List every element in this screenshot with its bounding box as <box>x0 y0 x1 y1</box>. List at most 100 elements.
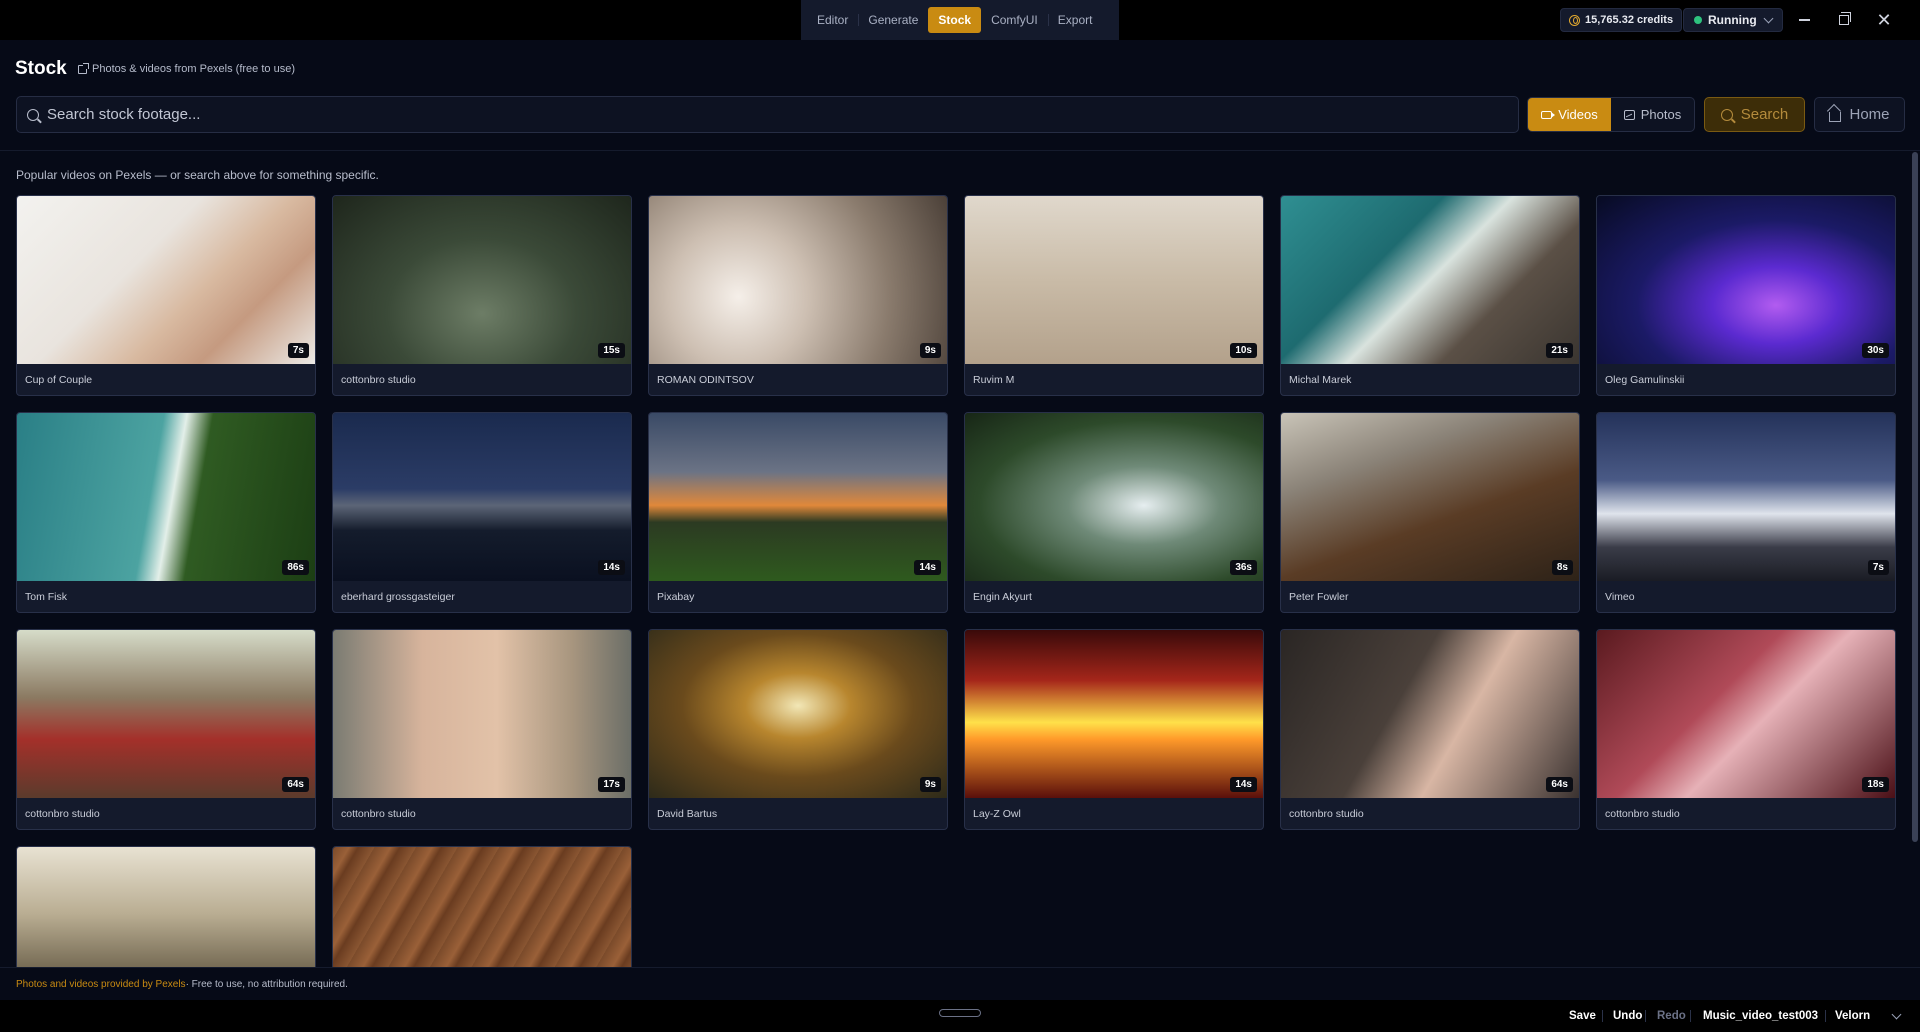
workspace-menu-button[interactable] <box>1891 1000 1902 1032</box>
video-thumbnail <box>1281 630 1579 798</box>
search-icon <box>27 108 39 121</box>
video-card[interactable]: 15s cottonbro studio <box>332 195 632 396</box>
media-type-toggle: Videos Photos <box>1527 97 1695 132</box>
video-thumbnail <box>333 196 631 364</box>
minimize-button[interactable] <box>1792 8 1816 32</box>
chevron-down-icon <box>1891 1009 1902 1019</box>
author-name: eberhard grossgasteiger <box>341 591 455 603</box>
redo-button[interactable]: Redo <box>1657 1000 1686 1032</box>
video-thumbnail <box>965 413 1263 581</box>
restore-icon <box>1839 12 1851 25</box>
search-icon <box>1720 108 1733 121</box>
attribution-text: · Free to use, no attribution required. <box>185 978 348 990</box>
video-thumbnail <box>333 630 631 798</box>
video-card[interactable]: 64s cottonbro studio <box>1280 629 1580 830</box>
scrollbar[interactable] <box>1912 152 1918 842</box>
workspace-name[interactable]: Velorn <box>1835 1000 1870 1032</box>
subtitle-label: Photos & videos from Pexels (free to use… <box>92 63 295 75</box>
video-thumbnail <box>965 196 1263 364</box>
video-thumbnail <box>1597 196 1895 364</box>
separator <box>1690 1010 1691 1022</box>
duration-badge: 15s <box>598 343 625 358</box>
author-name: Lay-Z Owl <box>973 808 1021 820</box>
separator <box>1645 1010 1646 1022</box>
tab-editor[interactable]: Editor <box>807 7 858 33</box>
duration-badge: 64s <box>1546 777 1573 792</box>
separator <box>1825 1010 1826 1022</box>
video-card[interactable]: 17s cottonbro studio <box>332 629 632 830</box>
video-thumbnail <box>17 847 315 967</box>
photos-toggle-button[interactable]: Photos <box>1611 98 1694 131</box>
credits-label: 15,765.32 credits <box>1585 14 1674 26</box>
page-title: Stock <box>15 58 67 79</box>
tab-generate[interactable]: Generate <box>858 7 928 33</box>
video-card[interactable] <box>332 846 632 967</box>
video-thumbnail <box>965 630 1263 798</box>
credits-badge[interactable]: 15,765.32 credits <box>1560 8 1683 32</box>
author-name: Cup of Couple <box>25 374 93 386</box>
author-name: cottonbro studio <box>1289 808 1364 820</box>
duration-badge: 14s <box>1230 777 1257 792</box>
tab-stock[interactable]: Stock <box>928 7 982 33</box>
header-divider <box>0 150 1920 151</box>
home-button[interactable]: Home <box>1814 97 1905 132</box>
video-thumbnail <box>17 196 315 364</box>
close-button[interactable]: ✕ <box>1872 8 1896 32</box>
author-name: Engin Akyurt <box>973 591 1032 603</box>
video-card[interactable]: 7s Vimeo <box>1596 412 1896 613</box>
chevron-down-icon <box>1763 13 1774 23</box>
videos-toggle-button[interactable]: Videos <box>1528 98 1611 131</box>
video-card[interactable]: 14s Lay-Z Owl <box>964 629 1264 830</box>
status-dot-icon <box>1694 16 1702 24</box>
video-card[interactable]: 86s Tom Fisk <box>16 412 316 613</box>
video-card[interactable]: 64s cottonbro studio <box>16 629 316 830</box>
duration-badge: 9s <box>919 343 941 358</box>
panel-resize-handle[interactable] <box>939 1009 981 1017</box>
main-nav: Editor Generate Stock ComfyUI Export <box>801 0 1119 40</box>
video-card[interactable]: 10s Ruvim M <box>964 195 1264 396</box>
search-box[interactable] <box>16 96 1519 133</box>
save-button[interactable]: Save <box>1569 1000 1596 1032</box>
author-name: cottonbro studio <box>1605 808 1680 820</box>
status-dropdown[interactable]: Running <box>1683 8 1783 32</box>
duration-badge: 14s <box>598 560 625 575</box>
author-name: Vimeo <box>1605 591 1635 603</box>
external-link-icon <box>78 62 89 74</box>
video-thumbnail <box>1597 630 1895 798</box>
search-button[interactable]: Search <box>1704 97 1805 132</box>
tab-export[interactable]: Export <box>1047 7 1103 33</box>
pexels-credit-link[interactable]: Photos and videos provided by Pexels <box>16 979 186 990</box>
status-bar: Save Undo Redo Music_video_test003 Velor… <box>0 1000 1920 1032</box>
video-card[interactable]: 8s Peter Fowler <box>1280 412 1580 613</box>
duration-badge: 64s <box>282 777 309 792</box>
results-hint: Popular videos on Pexels — or search abo… <box>16 168 379 182</box>
duration-badge: 21s <box>1546 343 1573 358</box>
maximize-button[interactable] <box>1832 8 1856 32</box>
search-button-label: Search <box>1740 106 1789 123</box>
project-name[interactable]: Music_video_test003 <box>1703 1000 1818 1032</box>
tab-comfyui[interactable]: ComfyUI <box>981 7 1048 33</box>
video-card[interactable]: 14s Pixabay <box>648 412 948 613</box>
author-name: Oleg Gamulinskii <box>1605 374 1685 386</box>
video-card[interactable]: 9s ROMAN ODINTSOV <box>648 195 948 396</box>
image-icon <box>1623 109 1635 120</box>
video-card[interactable]: 14s eberhard grossgasteiger <box>332 412 632 613</box>
video-card[interactable]: 21s Michal Marek <box>1280 195 1580 396</box>
undo-button[interactable]: Undo <box>1613 1000 1642 1032</box>
video-card[interactable]: 7s Cup of Couple <box>16 195 316 396</box>
author-name: ROMAN ODINTSOV <box>657 374 754 386</box>
status-label: Running <box>1708 13 1757 27</box>
video-card[interactable]: 30s Oleg Gamulinskii <box>1596 195 1896 396</box>
home-icon <box>1829 111 1842 122</box>
duration-badge: 36s <box>1230 560 1257 575</box>
video-card[interactable]: 9s David Bartus <box>648 629 948 830</box>
video-card[interactable]: 36s Engin Akyurt <box>964 412 1264 613</box>
search-input[interactable] <box>47 106 1518 123</box>
duration-badge: 7s <box>287 343 309 358</box>
coin-icon <box>1569 14 1580 26</box>
minimize-icon <box>1798 19 1810 21</box>
video-card[interactable]: 18s cottonbro studio <box>1596 629 1896 830</box>
video-thumbnail <box>1597 413 1895 581</box>
pexels-link[interactable]: Photos & videos from Pexels (free to use… <box>78 62 295 75</box>
video-card[interactable] <box>16 846 316 967</box>
